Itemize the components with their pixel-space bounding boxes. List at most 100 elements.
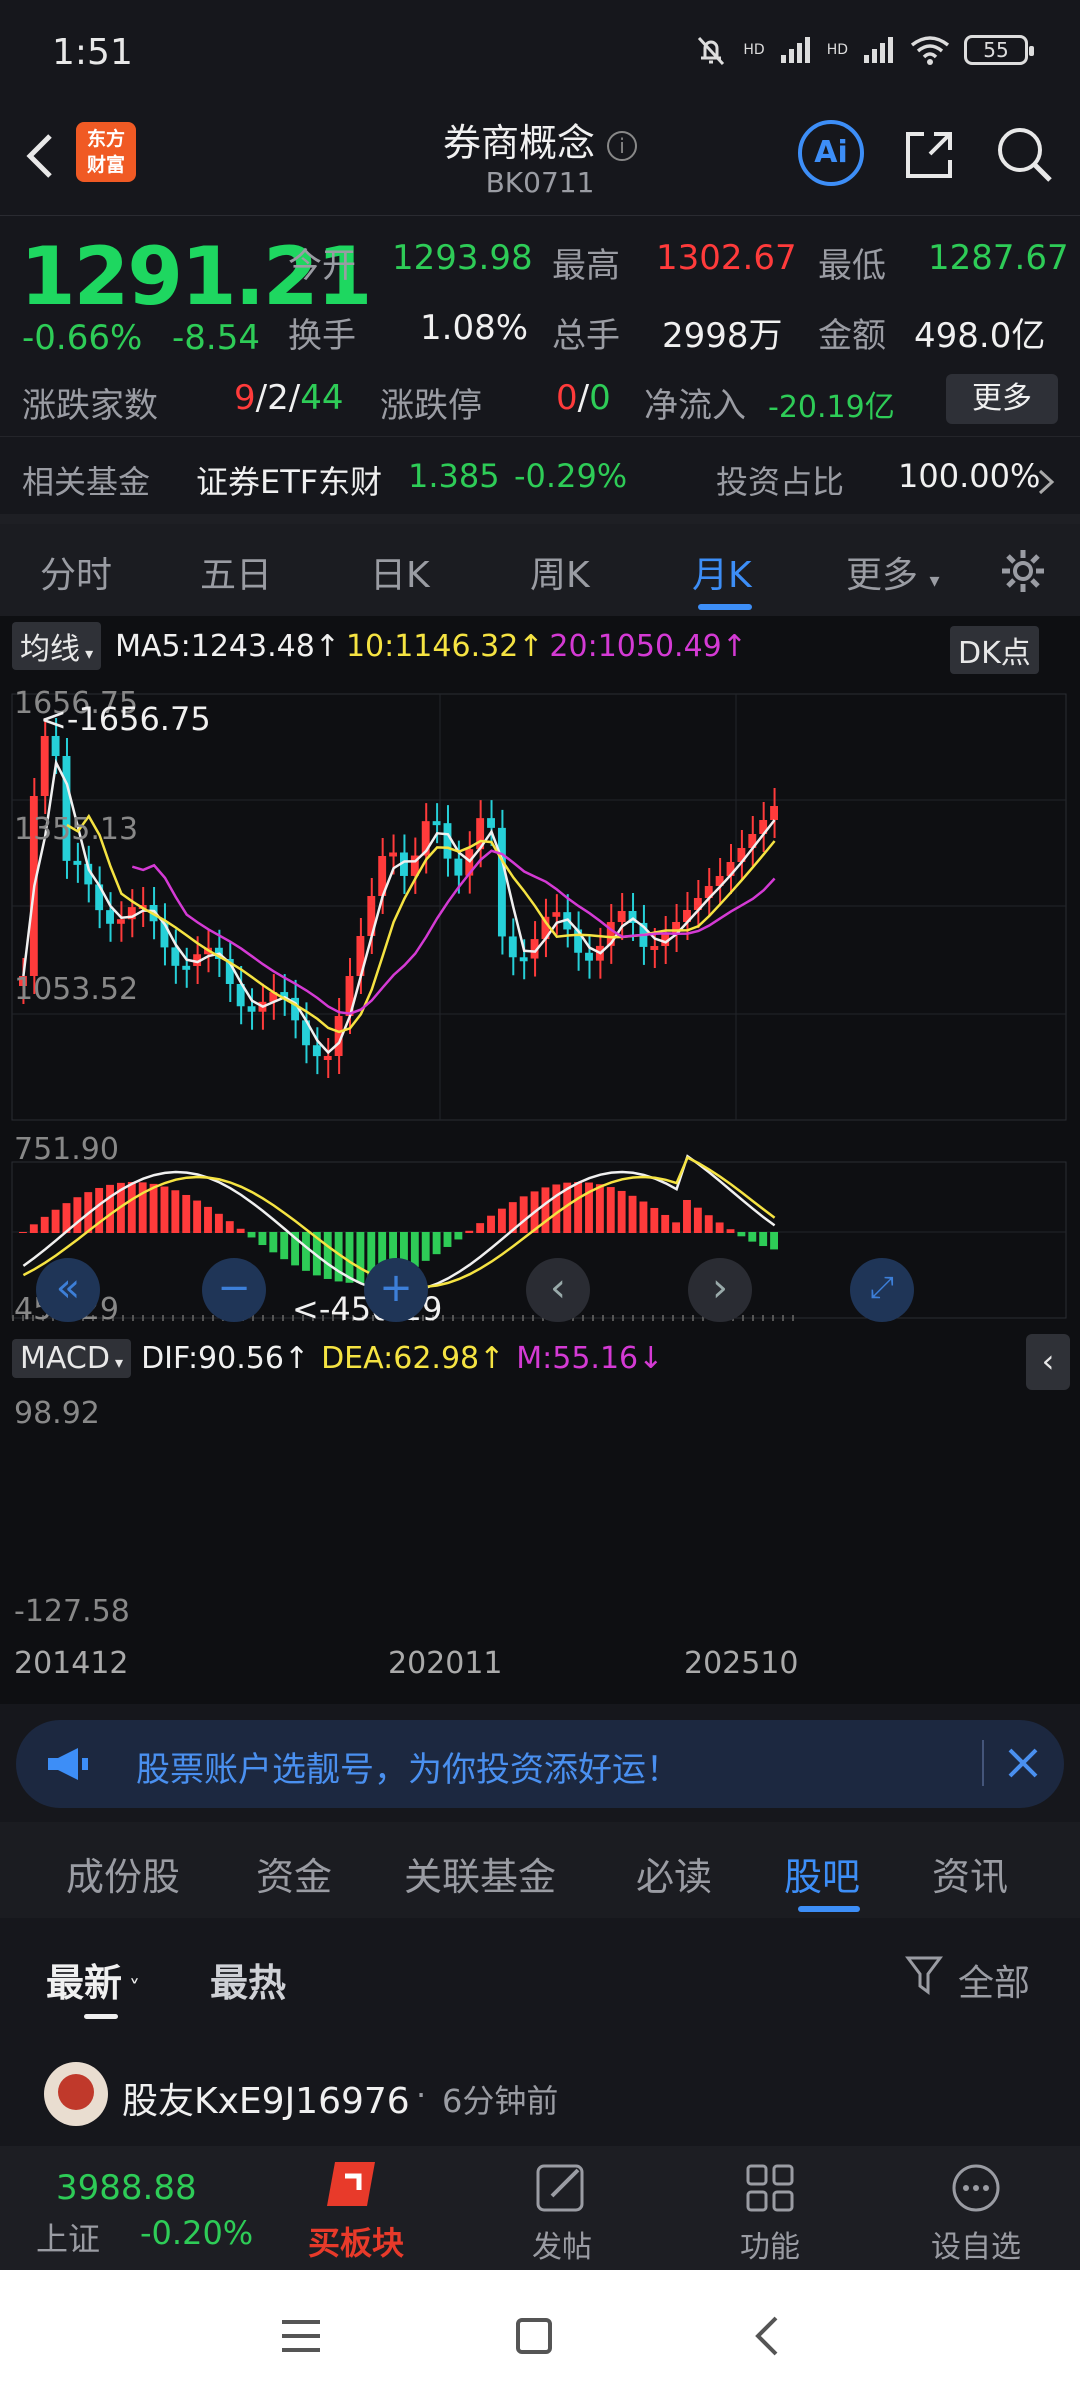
tab-indicator (698, 604, 752, 610)
ma10-value: 10:1146.32↑ (345, 628, 544, 664)
mute-bell-icon (698, 36, 725, 66)
home-square-icon[interactable] (514, 2316, 554, 2356)
tab-intraday[interactable]: 分时 (40, 546, 112, 598)
buy-sector-icon (327, 2162, 375, 2206)
tab-funds-flow[interactable]: 资金 (256, 1846, 332, 1901)
share-icon[interactable] (900, 126, 958, 184)
max-marker: <-1656.75 (40, 700, 211, 738)
nav-add-watchlist[interactable]: 设自选 (906, 2146, 1046, 2270)
tab-news[interactable]: 资讯 (932, 1846, 1008, 1901)
menu-icon[interactable] (280, 2318, 322, 2354)
close-icon[interactable] (1004, 1744, 1042, 1782)
filter-all[interactable]: 全部 (958, 1954, 1030, 2006)
m-value: M:55.16↓ (516, 1340, 664, 1376)
tab-more[interactable]: 更多 ▾ (846, 546, 940, 598)
low-value: 1287.67 (928, 238, 1069, 278)
tab-monthly-k[interactable]: 月K (692, 546, 752, 598)
ma-selector[interactable]: 均线 ▾ (12, 622, 102, 670)
change-value: -8.54 (172, 318, 260, 358)
tab-weekly-k[interactable]: 周K (530, 546, 590, 598)
megaphone-icon (48, 1748, 88, 1780)
sort-hottest[interactable]: 最热 (210, 1952, 286, 2007)
open-value: 1293.98 (392, 238, 533, 278)
ai-button[interactable]: Ai (798, 120, 864, 186)
index-change[interactable]: -0.20% (140, 2214, 253, 2252)
chevron-right-icon (1038, 469, 1055, 495)
kline-svg (11, 693, 1067, 1321)
tab-forum[interactable]: 股吧 (784, 1846, 860, 1901)
tab-daily-k[interactable]: 日K (370, 546, 430, 598)
status-bar: 1:51 HD HD 55 (0, 0, 1080, 100)
signal-icon (780, 37, 810, 63)
settings-gear-icon[interactable] (998, 546, 1048, 596)
avatar[interactable] (44, 2062, 108, 2126)
fullscreen-button[interactable]: ⤢ (850, 1258, 914, 1322)
status-time: 1:51 (52, 32, 133, 73)
post-time: 6分钟前 (442, 2082, 559, 2120)
fund-price: 1.385 (408, 457, 500, 495)
sort-indicator (84, 2014, 118, 2019)
back-triangle-icon[interactable] (752, 2314, 782, 2358)
scroll-left-button[interactable]: ‹ (526, 1258, 590, 1322)
forum-feed: 最新 ˅ 最热 全部 股友KxE9J16976 · 6分钟前 (0, 1918, 1080, 2146)
y-label-3: 1053.52 (14, 972, 139, 1007)
ma5-value: MA5:1243.48↑ (115, 628, 340, 664)
compose-icon (536, 2164, 584, 2212)
dea-value: DEA:62.98↑ (321, 1340, 505, 1376)
breadth-label: 涨跌家数 (22, 386, 158, 426)
tab-five-day[interactable]: 五日 (200, 546, 272, 598)
limit-values: 0/0 (556, 378, 611, 418)
zoom-in-button[interactable]: + (364, 1258, 428, 1322)
collapse-indicator-button[interactable]: ‹ (1026, 1334, 1070, 1390)
nav-functions[interactable]: 功能 (700, 2146, 840, 2270)
network-hd-label: HD (743, 42, 765, 58)
index-name[interactable]: 上证 (36, 2214, 100, 2260)
dk-point-button[interactable]: DK点 (950, 626, 1039, 674)
post-username[interactable]: 股友KxE9J16976 (122, 2072, 410, 2124)
fund-name: 证券ETF东财 (196, 463, 383, 501)
filter-icon[interactable] (904, 1954, 944, 1998)
nav-post[interactable]: 发帖 (492, 2146, 632, 2270)
zoom-out-button[interactable]: − (202, 1258, 266, 1322)
banner-text: 股票账户选靓号，为你投资添好运！ (136, 1750, 680, 1790)
kline-chart-area[interactable]: 均线 ▾ MA5:1243.48↑ 10:1146.32↑ 20:1050.49… (0, 616, 1080, 1704)
netflow-value: -20.19亿 (768, 390, 895, 425)
index-value[interactable]: 3988.88 (56, 2168, 197, 2208)
ma-legend: 均线 ▾ MA5:1243.48↑ 10:1146.32↑ 20:1050.49… (12, 622, 747, 670)
x-label-start: 201412 (14, 1646, 129, 1681)
system-nav-bar (0, 2270, 1080, 2400)
bottom-nav: 3988.88 上证 -0.20% 买板块 发帖 功能 设自选 (0, 2146, 1080, 2270)
macd-legend: MACD ▾ DIF:90.56↑ DEA:62.98↑ M:55.16↓ (12, 1338, 663, 1378)
fund-ratio: 100.00% (898, 457, 1041, 495)
grid-icon (746, 2164, 794, 2212)
sort-newest[interactable]: 最新 ˅ (46, 1952, 140, 2007)
macd-top-label: 98.92 (14, 1396, 100, 1431)
scroll-left-fast-button[interactable]: « (36, 1258, 100, 1322)
section-tab-indicator (798, 1906, 860, 1912)
macd-bottom-label: -127.58 (14, 1594, 130, 1629)
promo-banner[interactable]: 股票账户选靓号，为你投资添好运！ (16, 1720, 1064, 1808)
nav-buy-sector[interactable]: 买板块 (286, 2146, 426, 2270)
high-value: 1302.67 (656, 238, 797, 278)
macd-selector[interactable]: MACD ▾ (12, 1338, 132, 1378)
tab-related-funds[interactable]: 关联基金 (404, 1846, 556, 1901)
battery-icon: 55 (964, 35, 1034, 65)
tab-must-read[interactable]: 必读 (636, 1846, 712, 1901)
related-fund-row[interactable]: 相关基金 证券ETF东财 1.385 -0.29% 投资占比 100.00% (0, 436, 1080, 524)
change-percent: -0.66% (22, 318, 143, 358)
network-hd-label-2: HD (826, 42, 848, 58)
y-label-2: 1355.13 (14, 812, 139, 847)
header: 东方 财富 券商概念 i BK0711 Ai (0, 100, 1080, 216)
post-dot: · (416, 2076, 427, 2114)
more-dots-icon (952, 2164, 1000, 2212)
info-icon: i (607, 130, 638, 161)
more-button[interactable]: 更多 (946, 374, 1058, 424)
x-label-mid: 202011 (388, 1646, 503, 1681)
amount-value: 498.0亿 (914, 316, 1046, 356)
fund-change: -0.29% (514, 457, 628, 495)
breadth-values: 9/2/44 (234, 378, 344, 418)
scroll-right-button[interactable]: › (688, 1258, 752, 1322)
search-icon[interactable] (994, 124, 1054, 184)
tab-constituents[interactable]: 成份股 (66, 1846, 180, 1901)
turnover-value: 1.08% (420, 308, 529, 348)
